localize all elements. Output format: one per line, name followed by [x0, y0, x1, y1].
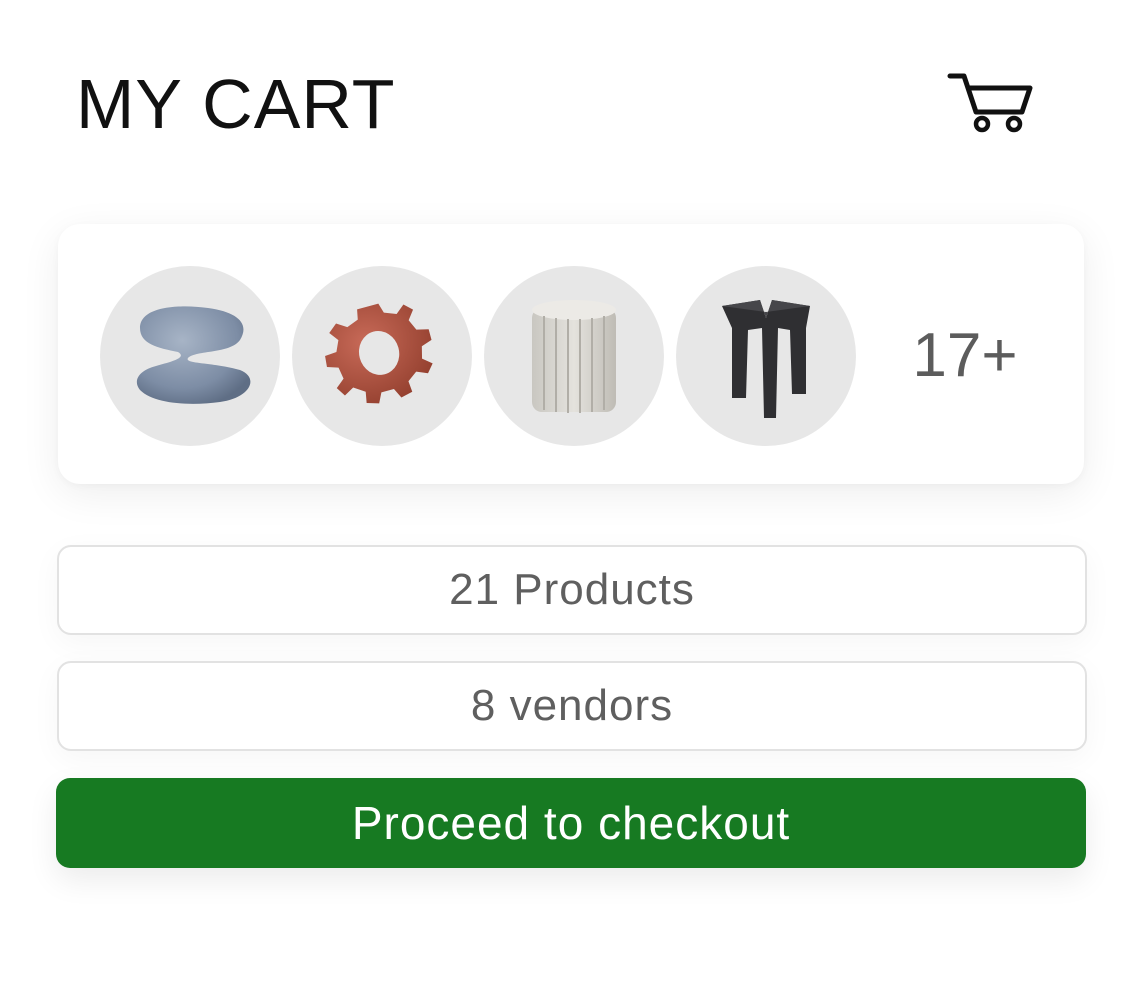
vendors-count-row: 8 vendors: [57, 661, 1087, 751]
black-stand-product-thumbnail[interactable]: [676, 266, 856, 446]
cart-preview-card[interactable]: 17+: [58, 224, 1084, 484]
black-stand-product-image: [722, 300, 810, 418]
white-column-product-thumbnail[interactable]: [484, 266, 664, 446]
more-products-count: 17+: [912, 321, 1018, 390]
page-title: MY CART: [76, 65, 396, 143]
blue-clay-product-image: [136, 306, 251, 404]
blue-clay-product-thumbnail[interactable]: [100, 266, 280, 446]
products-count-row: 21 Products: [57, 545, 1087, 635]
shopping-cart-icon: [947, 73, 1033, 133]
header: MY CART: [0, 0, 1142, 200]
cart-button[interactable]: [942, 66, 1038, 138]
white-column-product-image: [532, 300, 616, 413]
proceed-to-checkout-button[interactable]: Proceed to checkout: [56, 778, 1086, 868]
red-gear-product-image: [325, 303, 433, 404]
red-gear-product-thumbnail[interactable]: [292, 266, 472, 446]
